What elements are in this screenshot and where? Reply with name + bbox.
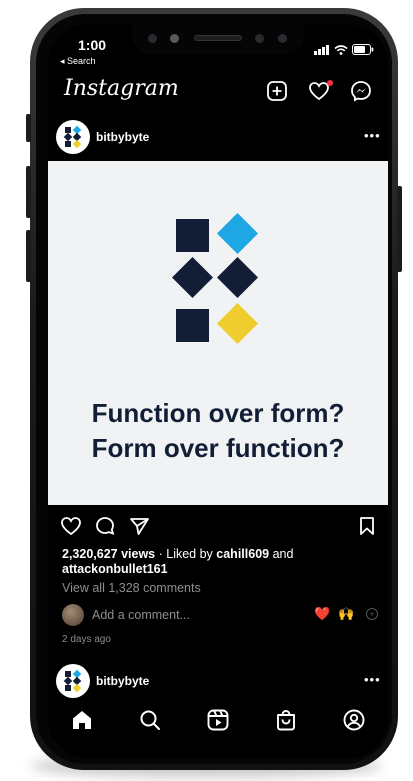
bitbybyte-logo-icon [63, 669, 82, 693]
next-post-avatar[interactable] [56, 664, 90, 698]
user-avatar [62, 604, 84, 626]
status-icons [314, 44, 374, 55]
next-post-menu-button[interactable]: ••• [364, 672, 381, 687]
post-header: bitbybyte ••• [52, 120, 384, 154]
post-username[interactable]: bitbybyte [96, 130, 149, 144]
raised-hands-emoji-button[interactable]: 🙌 [338, 606, 354, 622]
battery-icon [352, 44, 374, 55]
phone-screen: 1:00 ◂ Search Instagram bitbybyte ••• Fu… [48, 24, 388, 758]
image-caption-line-2: Form over function? [91, 433, 345, 463]
liked-user-1[interactable]: cahill609 [216, 547, 269, 561]
add-comment-input[interactable]: Add a comment... [92, 608, 190, 622]
volume-down-button [26, 230, 31, 282]
reels-icon[interactable] [206, 708, 230, 732]
view-comments-link[interactable]: View all 1,328 comments [62, 581, 201, 595]
heart-emoji-button[interactable]: ❤️ [314, 606, 330, 622]
liked-user-2[interactable]: attackonbullet161 [62, 562, 168, 576]
speaker [194, 35, 242, 41]
post-avatar[interactable] [56, 120, 90, 154]
post-time-ago: 2 days ago [62, 634, 111, 645]
mute-switch [26, 114, 31, 142]
sensor-2 [255, 34, 264, 43]
shop-icon[interactable] [274, 708, 298, 732]
liked-and: and [269, 547, 294, 561]
bottom-navigation [48, 704, 388, 758]
add-emoji-icon[interactable]: + [366, 608, 378, 620]
likes-summary: 2,320,627 views · Liked by cahill609 and… [62, 547, 377, 577]
views-count: 2,320,627 views [62, 547, 156, 561]
next-post-header: bitbybyte ••• [52, 664, 384, 698]
post-menu-button[interactable]: ••• [364, 128, 381, 143]
liked-by-prefix: · Liked by [155, 547, 217, 561]
notification-dot [327, 80, 333, 86]
instagram-logo[interactable]: Instagram [64, 76, 179, 101]
messenger-icon[interactable] [350, 80, 372, 102]
notch [132, 24, 304, 54]
like-heart-icon[interactable] [60, 515, 82, 537]
profile-icon[interactable] [342, 708, 366, 732]
power-button [397, 186, 402, 272]
sensor-3 [278, 34, 287, 43]
search-icon[interactable] [138, 708, 162, 732]
back-to-search-link[interactable]: ◂ Search [60, 56, 96, 67]
image-caption-line-1: Function over form? [91, 398, 345, 428]
next-post-username[interactable]: bitbybyte [96, 674, 149, 688]
share-icon[interactable] [128, 515, 150, 537]
front-camera [148, 34, 157, 43]
sensor [170, 34, 179, 43]
post-image[interactable]: Function over form? Form over function? [48, 161, 388, 505]
volume-up-button [26, 166, 31, 218]
add-post-icon[interactable] [266, 80, 288, 102]
wifi-icon [334, 44, 348, 55]
bitbybyte-logo-icon [63, 125, 82, 149]
add-comment-row[interactable]: Add a comment... ❤️ 🙌 + [62, 603, 382, 629]
status-time: 1:00 [78, 37, 107, 53]
comment-icon[interactable] [94, 515, 116, 537]
bookmark-icon[interactable] [356, 515, 378, 537]
home-icon[interactable] [70, 708, 94, 732]
bitbybyte-logo-graphic [171, 212, 259, 345]
signal-icon [314, 44, 329, 55]
